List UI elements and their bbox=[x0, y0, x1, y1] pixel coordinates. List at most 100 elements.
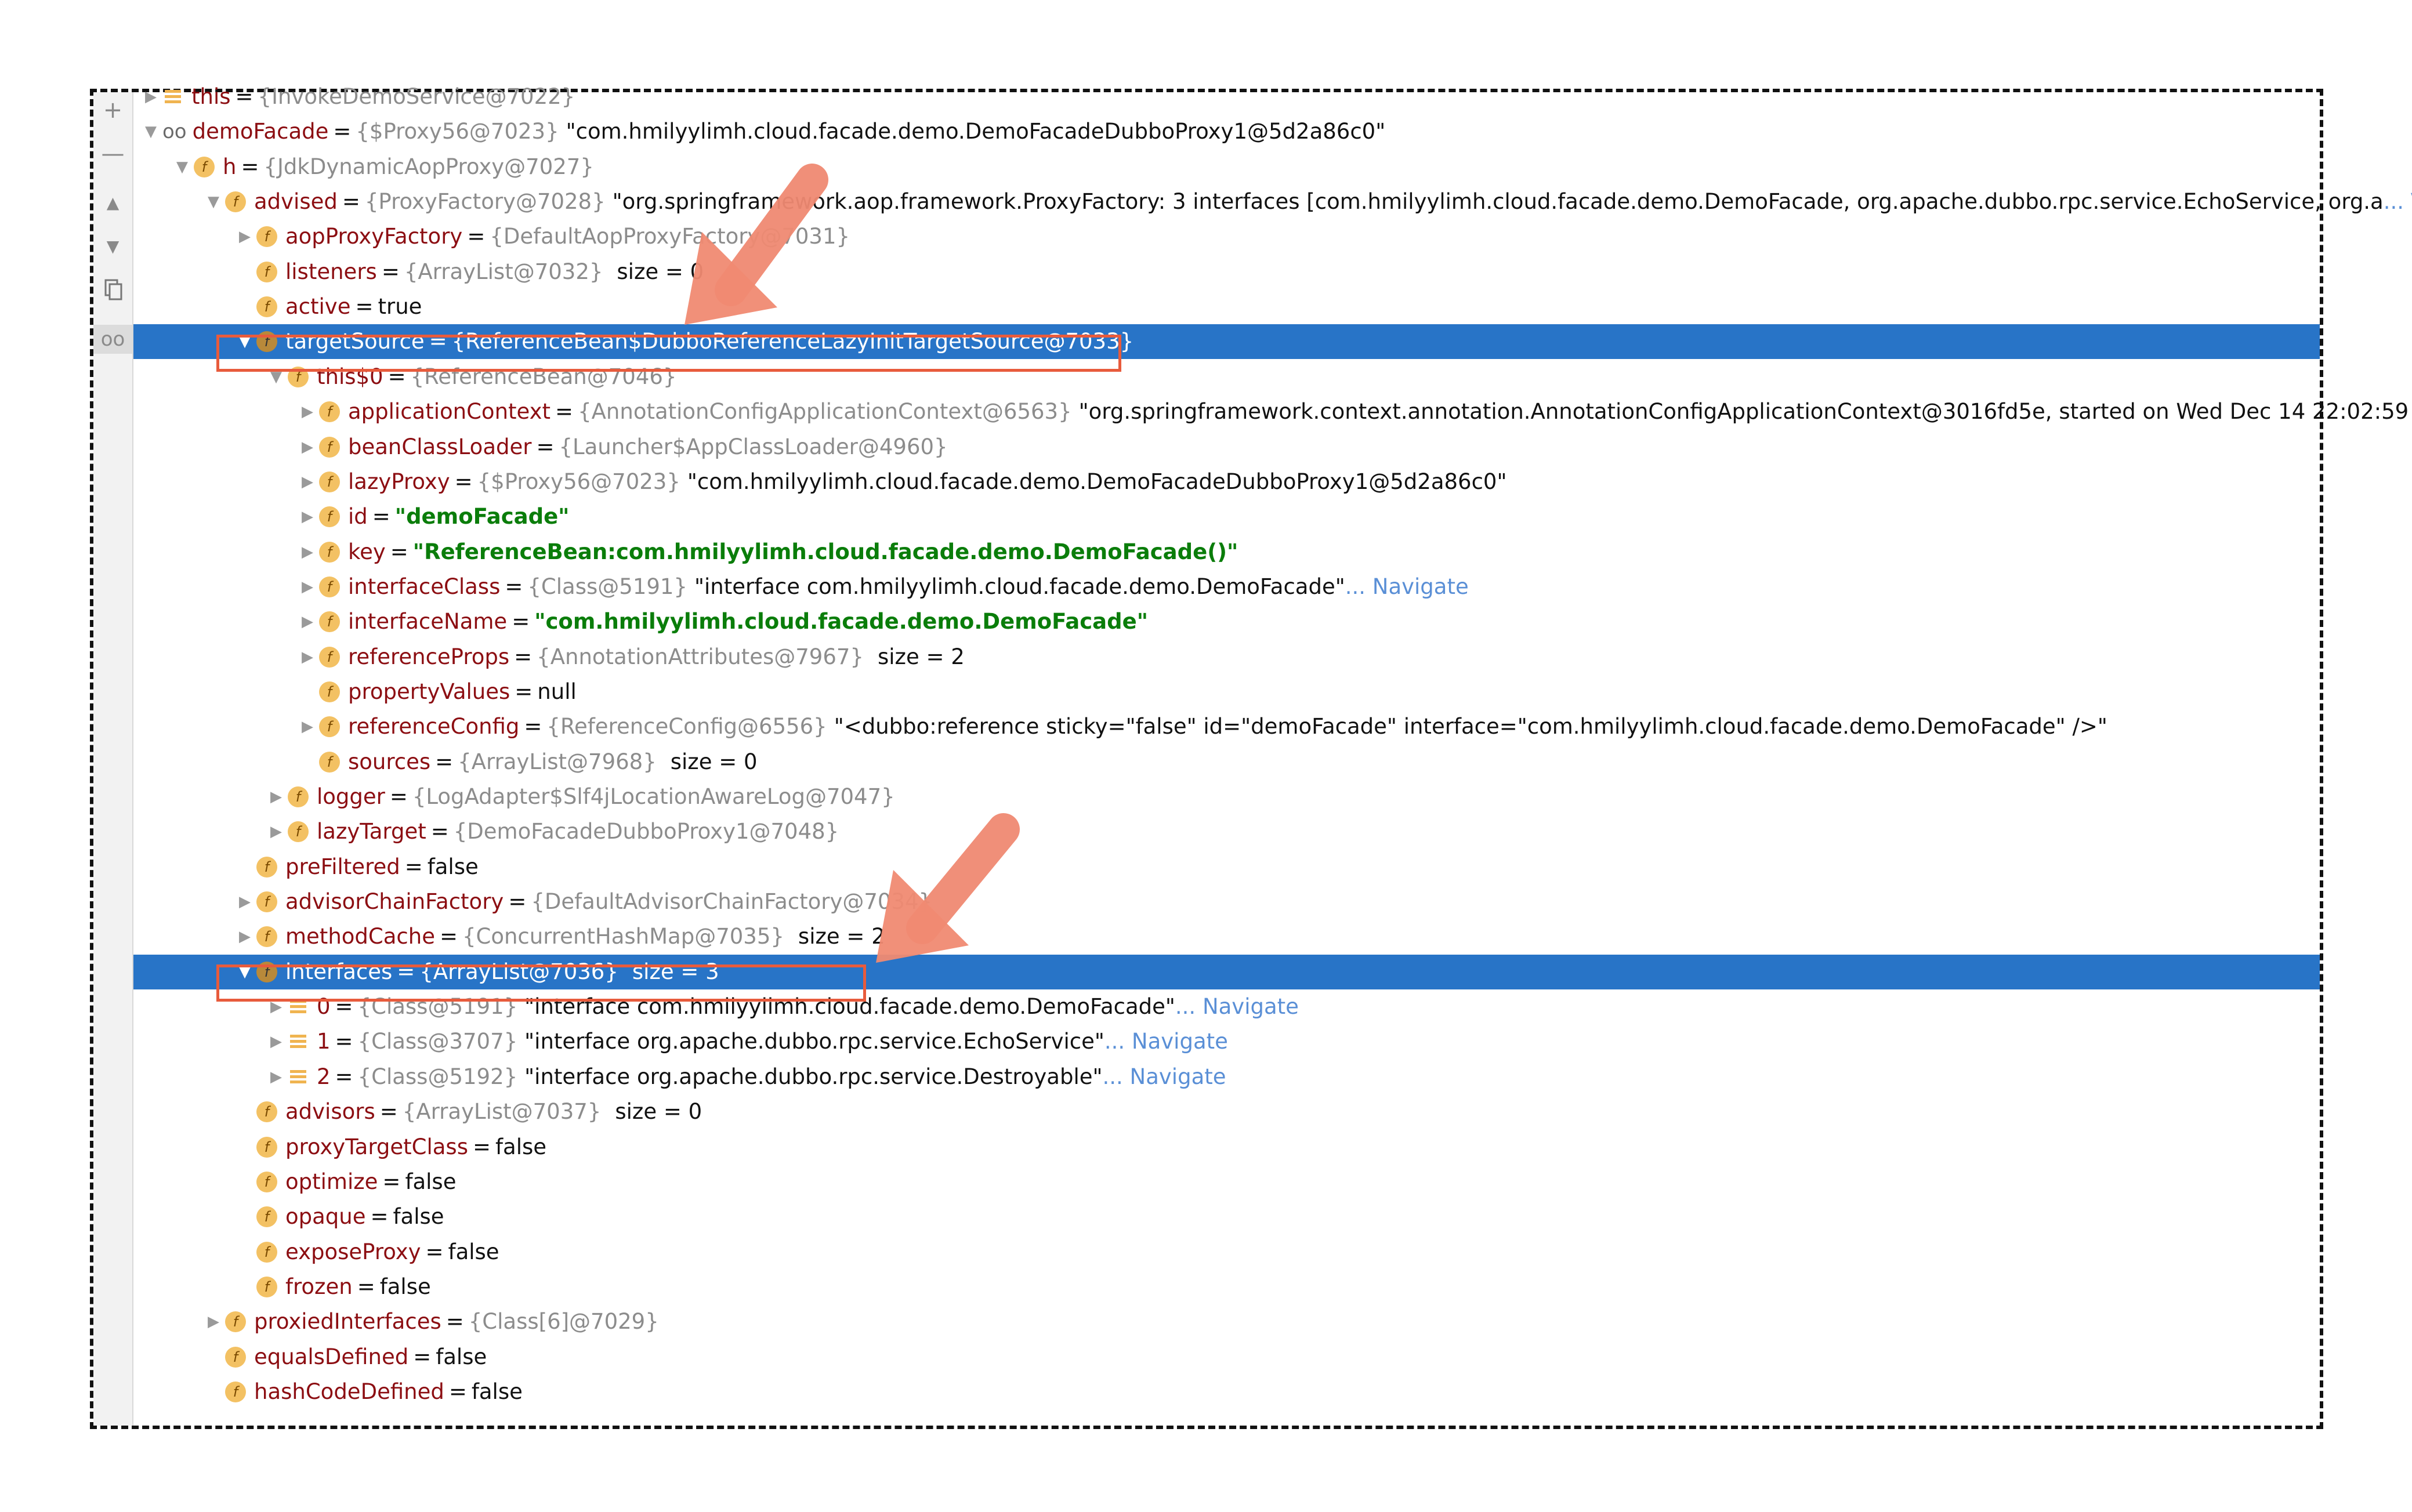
equals-sign: = bbox=[235, 84, 253, 109]
variable-name: beanClassLoader bbox=[348, 434, 532, 459]
expand-icon[interactable]: ▶ bbox=[296, 394, 319, 429]
show-watches-icon[interactable]: oo bbox=[93, 325, 132, 354]
tree-row-applicationcontext[interactable]: ▶ f applicationContext = {AnnotationConfigAp… bbox=[133, 394, 2412, 429]
tree-row-propertyvalues[interactable]: f propertyValues = null bbox=[133, 675, 2320, 709]
variable-name: listeners bbox=[285, 259, 377, 284]
variable-name: this bbox=[191, 84, 231, 109]
tree-row-aopproxyfactory[interactable]: ▶ f aopProxyFactory = {DefaultAopProxyFactor… bbox=[133, 219, 2320, 254]
object-reference: {ProxyFactory@7028} bbox=[364, 189, 606, 215]
equals-sign: = bbox=[370, 1204, 389, 1230]
expand-icon[interactable]: ▶ bbox=[265, 814, 288, 849]
object-reference: {ArrayList@7968} bbox=[458, 749, 657, 774]
variable-name: demoFacade bbox=[192, 119, 329, 144]
object-reference: {Class[6]@7029} bbox=[468, 1309, 659, 1335]
value-text: false bbox=[379, 1274, 431, 1299]
expand-icon[interactable]: ▶ bbox=[265, 779, 288, 814]
tree-row-id[interactable]: ▶ f id = "demoFacade" bbox=[133, 499, 2320, 534]
navigate-link[interactable]: ... Navigate bbox=[1345, 570, 1469, 604]
expand-icon[interactable]: ▶ bbox=[296, 570, 319, 604]
tree-row-methodcache[interactable]: ▶ f methodCache = {ConcurrentHashMap@7035} si… bbox=[133, 919, 2320, 954]
tree-row-2[interactable]: ▶ 2 = {Class@5192} "interface org.apache.dub… bbox=[133, 1060, 2320, 1094]
field-icon: f bbox=[225, 1311, 246, 1333]
expand-icon[interactable]: ▶ bbox=[233, 219, 256, 254]
expand-icon[interactable]: ▶ bbox=[296, 430, 319, 465]
equals-sign: = bbox=[390, 539, 408, 564]
tree-row-interfacename[interactable]: ▶ f interfaceName = "com.hmilyylimh.cloud.fa… bbox=[133, 604, 2320, 639]
navigate-link[interactable]: ... Navigate bbox=[1104, 1024, 1228, 1059]
tree-row-advisorchainfactory[interactable]: ▶ f advisorChainFactory = {DefaultAdvisorCha… bbox=[133, 884, 2320, 919]
object-reference: {AnnotationConfigApplicationContext@6563… bbox=[578, 399, 1072, 425]
tree-row-1[interactable]: ▶ 1 = {Class@3707} "interface org.apache.dub… bbox=[133, 1024, 2320, 1059]
tree-row-optimize[interactable]: f optimize = false bbox=[133, 1165, 2320, 1199]
object-reference: {$Proxy56@7023} bbox=[356, 119, 559, 144]
expand-icon[interactable]: ▶ bbox=[265, 1060, 288, 1094]
tree-row-this[interactable]: ▶ this = {InvokeDemoService@7022} bbox=[133, 79, 2320, 114]
tree-row-exposeproxy[interactable]: f exposeProxy = false bbox=[133, 1235, 2320, 1270]
field-icon: f bbox=[319, 751, 340, 773]
equals-sign: = bbox=[446, 1309, 464, 1335]
expand-icon[interactable]: ▶ bbox=[202, 1304, 225, 1339]
collapse-icon[interactable]: ▼ bbox=[171, 150, 194, 184]
tree-row-advised[interactable]: ▼ f advised = {ProxyFactory@7028} "org.spring… bbox=[133, 184, 2412, 219]
equals-sign: = bbox=[372, 504, 390, 530]
tree-row-hashcodedefined[interactable]: f hashCodeDefined = false bbox=[133, 1375, 2320, 1409]
field-icon: f bbox=[256, 1276, 277, 1297]
expand-icon[interactable]: ▶ bbox=[296, 465, 319, 499]
expand-icon[interactable]: ▶ bbox=[296, 535, 319, 570]
remove-watch-icon[interactable]: — bbox=[93, 139, 132, 168]
tree-row-key[interactable]: ▶ f key = "ReferenceBean:com.hmilyylimh.clou… bbox=[133, 535, 2320, 570]
tree-row-referenceprops[interactable]: ▶ f referenceProps = {AnnotationAttributes@7… bbox=[133, 640, 2320, 675]
value-text: false bbox=[405, 1169, 457, 1194]
expand-icon[interactable]: ▶ bbox=[265, 1024, 288, 1059]
move-up-icon[interactable]: ▲ bbox=[93, 188, 132, 217]
string-value: "com.hmilyylimh.cloud.facade.demo.DemoFa… bbox=[534, 609, 1148, 634]
navigate-link[interactable]: ... Navigate bbox=[1103, 1060, 1226, 1094]
value-text: false bbox=[471, 1379, 523, 1404]
tree-row-listeners[interactable]: f listeners = {ArrayList@7032} size = 0 bbox=[133, 255, 2320, 289]
equals-sign: = bbox=[524, 714, 542, 739]
object-reference: {Class@5191} bbox=[527, 574, 687, 599]
view-link[interactable]: ... View bbox=[2384, 184, 2412, 219]
tree-row-active[interactable]: f active = true bbox=[133, 289, 2320, 324]
size-label: size = 2 bbox=[877, 644, 965, 669]
tree-row-lazytarget[interactable]: ▶ f lazyTarget = {DemoFacadeDubboProxy1@7048… bbox=[133, 814, 2320, 849]
navigate-link[interactable]: ... Navigate bbox=[1175, 989, 1299, 1024]
add-watch-icon[interactable]: + bbox=[93, 96, 132, 125]
tree-row-interfaceclass[interactable]: ▶ f interfaceClass = {Class@5191} "interface … bbox=[133, 570, 2320, 604]
field-icon: f bbox=[225, 191, 246, 213]
tree-row-prefiltered[interactable]: f preFiltered = false bbox=[133, 850, 2320, 884]
equals-sign: = bbox=[379, 1099, 398, 1125]
tree-row-equalsdefined[interactable]: f equalsDefined = false bbox=[133, 1340, 2320, 1375]
expand-icon[interactable]: ▶ bbox=[233, 884, 256, 919]
expand-icon[interactable]: ▶ bbox=[296, 640, 319, 675]
tree-row-advisors[interactable]: f advisors = {ArrayList@7037} size = 0 bbox=[133, 1094, 2320, 1129]
collapse-icon[interactable]: ▼ bbox=[202, 184, 225, 219]
collapse-icon[interactable]: ▼ bbox=[139, 114, 162, 149]
expand-icon[interactable]: ▶ bbox=[296, 709, 319, 744]
expand-icon[interactable]: ▶ bbox=[296, 499, 319, 534]
object-reference: {JdkDynamicAopProxy@7027} bbox=[263, 154, 594, 179]
expand-icon[interactable]: ▶ bbox=[296, 604, 319, 639]
tree-row-proxytargetclass[interactable]: f proxyTargetClass = false bbox=[133, 1130, 2320, 1165]
tree-row-lazyproxy[interactable]: ▶ f lazyProxy = {$Proxy56@7023} "com.hmilyyli… bbox=[133, 465, 2320, 499]
tree-row-h[interactable]: ▼ f h = {JdkDynamicAopProxy@7027} bbox=[133, 150, 2320, 184]
expand-icon[interactable]: ▶ bbox=[139, 79, 162, 114]
equals-sign: = bbox=[555, 399, 574, 425]
object-reference: {Launcher$AppClassLoader@4960} bbox=[559, 434, 948, 459]
value-text: "org.springframework.aop.framework.Proxy… bbox=[612, 189, 2384, 215]
tree-row-opaque[interactable]: f opaque = false bbox=[133, 1199, 2320, 1234]
tree-row-beanclassloader[interactable]: ▶ f beanClassLoader = {Launcher$AppClassLoad… bbox=[133, 430, 2320, 465]
highlight-box-target-source bbox=[216, 335, 1121, 372]
expand-icon[interactable]: ▶ bbox=[233, 919, 256, 954]
tree-row-sources[interactable]: f sources = {ArrayList@7968} size = 0 bbox=[133, 745, 2320, 779]
field-icon: f bbox=[256, 261, 277, 282]
equals-sign: = bbox=[389, 784, 408, 809]
tree-row-referenceconfig[interactable]: ▶ f referenceConfig = {ReferenceConfig@6556}… bbox=[133, 709, 2320, 744]
move-down-icon[interactable]: ▼ bbox=[93, 232, 132, 261]
tree-row-demofacade[interactable]: ▼ oo demoFacade = {$Proxy56@7023} "com.hmilyy… bbox=[133, 114, 2320, 149]
tree-row-logger[interactable]: ▶ f logger = {LogAdapter$Slf4jLocationAwareL… bbox=[133, 779, 2320, 814]
copy-icon[interactable] bbox=[93, 278, 132, 310]
tree-row-frozen[interactable]: f frozen = false bbox=[133, 1270, 2320, 1304]
tree-row-proxiedinterfaces[interactable]: ▶ f proxiedInterfaces = {Class[6]@7029} bbox=[133, 1304, 2320, 1339]
object-reference: {ReferenceConfig@6556} bbox=[546, 714, 827, 739]
